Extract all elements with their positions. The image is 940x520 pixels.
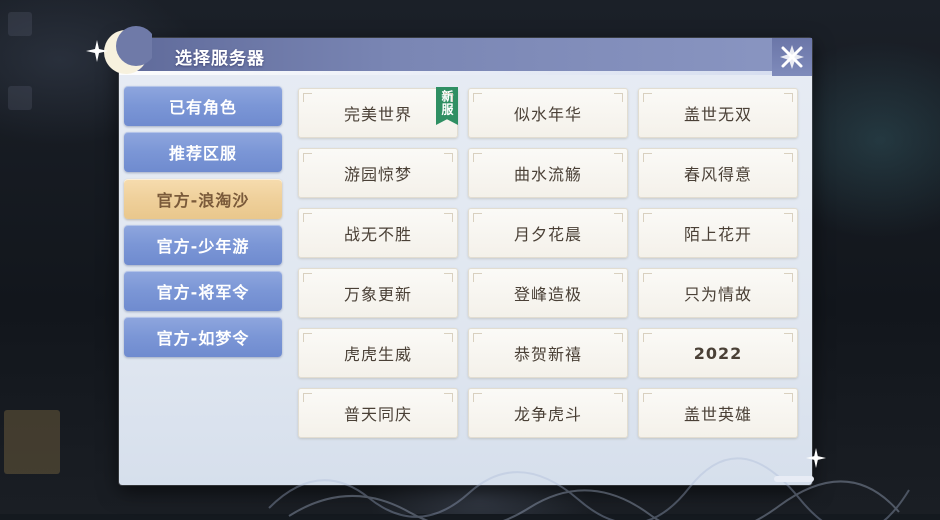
server-item[interactable]: 盖世无双 xyxy=(638,88,798,138)
server-item[interactable]: 龙争虎斗 xyxy=(468,388,628,438)
close-icon xyxy=(780,45,804,69)
server-name: 只为情故 xyxy=(683,285,752,304)
server-name: 万象更新 xyxy=(343,285,412,304)
server-item[interactable]: 月夕花晨 xyxy=(468,208,628,258)
server-group-tabs: 已有角色 推荐区服 官方-浪淘沙 官方-少年游 官方-将军令 官方-如梦令 xyxy=(119,82,289,482)
tab-label: 已有角色 xyxy=(168,98,237,117)
server-item[interactable]: 战无不胜 xyxy=(298,208,458,258)
title-bar: 选择服务器 xyxy=(119,38,812,71)
close-button[interactable] xyxy=(772,38,812,76)
tab-shaonianyou[interactable]: 官方-少年游 xyxy=(124,225,282,265)
server-name: 月夕花晨 xyxy=(513,225,582,244)
background-ui-blur xyxy=(8,86,32,110)
server-name: 盖世英雄 xyxy=(683,405,752,424)
tab-existing-characters[interactable]: 已有角色 xyxy=(124,86,282,126)
server-item[interactable]: 曲水流觞 xyxy=(468,148,628,198)
tab-rumengling[interactable]: 官方-如梦令 xyxy=(124,317,282,357)
tab-label: 官方-少年游 xyxy=(156,237,250,256)
tab-label: 官方-浪淘沙 xyxy=(156,191,250,210)
server-item[interactable]: 盖世英雄 xyxy=(638,388,798,438)
server-name: 游园惊梦 xyxy=(343,165,412,184)
server-name: 曲水流觞 xyxy=(513,165,582,184)
background-ui-blur xyxy=(8,12,32,36)
server-item[interactable]: 恭贺新禧 xyxy=(468,328,628,378)
server-item[interactable]: 完美世界 新服 xyxy=(298,87,458,138)
server-name: 战无不胜 xyxy=(343,225,412,244)
server-item[interactable]: 游园惊梦 xyxy=(298,148,458,198)
background-ui-blur xyxy=(4,410,60,474)
server-name: 登峰造极 xyxy=(513,285,582,304)
server-name: 春风得意 xyxy=(683,165,752,184)
server-item[interactable]: 似水年华 xyxy=(468,88,628,138)
tab-label: 官方-将军令 xyxy=(156,283,250,302)
server-name: 2022 xyxy=(693,343,743,363)
server-name: 似水年华 xyxy=(513,105,582,124)
server-item[interactable]: 春风得意 xyxy=(638,148,798,198)
title-divider xyxy=(119,71,812,75)
server-item[interactable]: 陌上花开 xyxy=(638,208,798,258)
server-name: 龙争虎斗 xyxy=(513,405,582,424)
new-server-badge: 新服 xyxy=(436,87,458,125)
server-item[interactable]: 虎虎生威 xyxy=(298,328,458,378)
scroll-indicator[interactable] xyxy=(772,472,816,486)
tab-label: 官方-如梦令 xyxy=(156,329,250,348)
server-name: 陌上花开 xyxy=(683,225,752,244)
server-grid: 完美世界 新服 似水年华 盖世无双 游园惊梦 曲水流觞 春风得意 战无不胜 月夕… xyxy=(289,80,811,482)
server-name: 完美世界 xyxy=(343,105,412,124)
tab-langtaosha[interactable]: 官方-浪淘沙 xyxy=(124,179,282,219)
tab-label: 推荐区服 xyxy=(168,144,237,163)
server-name: 恭贺新禧 xyxy=(513,345,582,364)
badge-text: 新服 xyxy=(440,90,454,116)
server-name: 普天同庆 xyxy=(343,405,412,424)
server-item[interactable]: 登峰造极 xyxy=(468,268,628,318)
sparkle-icon xyxy=(86,40,108,62)
server-item[interactable]: 普天同庆 xyxy=(298,388,458,438)
tab-recommended[interactable]: 推荐区服 xyxy=(124,132,282,172)
server-item[interactable]: 万象更新 xyxy=(298,268,458,318)
tab-jiangjunling[interactable]: 官方-将军令 xyxy=(124,271,282,311)
dialog-title: 选择服务器 xyxy=(175,49,265,69)
server-item[interactable]: 2022 xyxy=(638,328,798,378)
server-name: 盖世无双 xyxy=(683,105,752,124)
server-item[interactable]: 只为情故 xyxy=(638,268,798,318)
server-name: 虎虎生威 xyxy=(343,345,412,364)
